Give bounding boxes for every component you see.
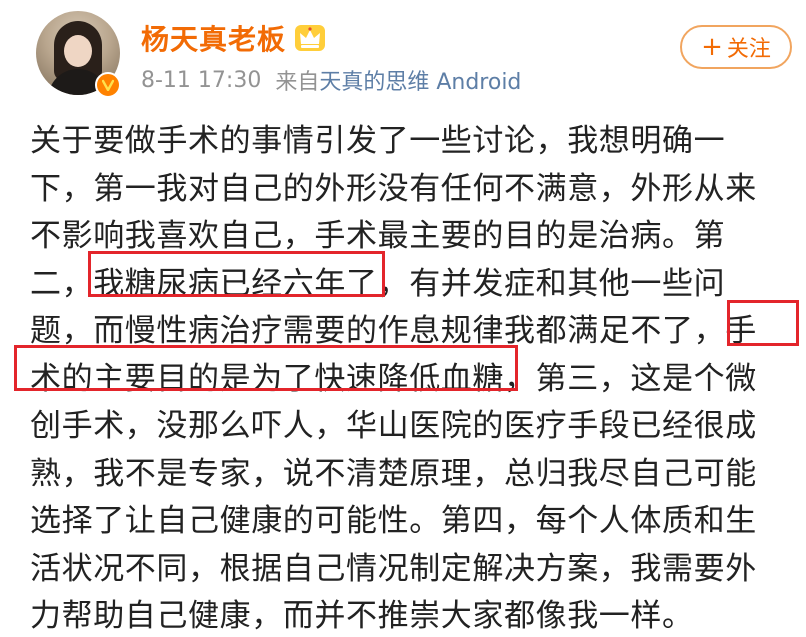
content-line: 关于要做手术的事情引发了一些讨论，我想明确一 bbox=[30, 123, 726, 159]
source-link[interactable]: 天真的思维 Android bbox=[319, 64, 521, 96]
weibo-post: 杨天真老板 8-11 17:30 来自 天真的思维 Android + 关注 关… bbox=[0, 0, 806, 637]
author-name[interactable]: 杨天真老板 bbox=[141, 18, 286, 58]
content-line: 活状况不同，根据自己情况制定解决方案，我需要外 bbox=[30, 550, 757, 587]
crown-icon[interactable] bbox=[294, 24, 326, 52]
content-line: 创手术，没那么吓人，华山医院的医疗手段已经很成 bbox=[30, 408, 757, 444]
follow-label: 关注 bbox=[726, 37, 771, 62]
source-prefix: 来自 bbox=[275, 70, 320, 95]
content-line: 二，我糖尿病已经六年了，有并发症和其他一些问 bbox=[30, 265, 726, 302]
content-line: 不影响我喜欢自己，手术最主要的目的是治病。第 bbox=[30, 218, 726, 254]
post-content: 关于要做手术的事情引发了一些讨论，我想明确一 下，第一我对自己的外形没有任何不满… bbox=[30, 118, 790, 637]
content-line: 选择了让自己健康的可能性。第四，每个人体质和生 bbox=[30, 503, 757, 539]
username-row: 杨天真老板 bbox=[141, 18, 326, 58]
follow-button[interactable]: + 关注 bbox=[680, 25, 792, 69]
post-time: 8-11 17:30 bbox=[141, 67, 262, 93]
content-line: 下，第一我对自己的外形没有任何不满意，外形从来 bbox=[30, 170, 757, 207]
content-line: 题，而慢性病治疗需要的作息规律我都满足不了，手 bbox=[30, 313, 757, 349]
verified-v-glyph bbox=[102, 79, 114, 91]
verified-v-icon bbox=[95, 72, 121, 98]
avatar-face bbox=[64, 35, 92, 67]
content-line: 熟，我不是专家，说不清楚原理，总归我尽自己可能 bbox=[30, 455, 757, 492]
plus-icon: + bbox=[701, 32, 723, 62]
content-line: 术的主要目的是为了快速降低血糖，第三，这是个微 bbox=[30, 360, 757, 397]
post-meta: 8-11 17:30 来自 天真的思维 Android bbox=[141, 64, 521, 96]
content-line: 力帮助自己健康，而并不推崇大家都像我一样。 bbox=[30, 598, 694, 634]
